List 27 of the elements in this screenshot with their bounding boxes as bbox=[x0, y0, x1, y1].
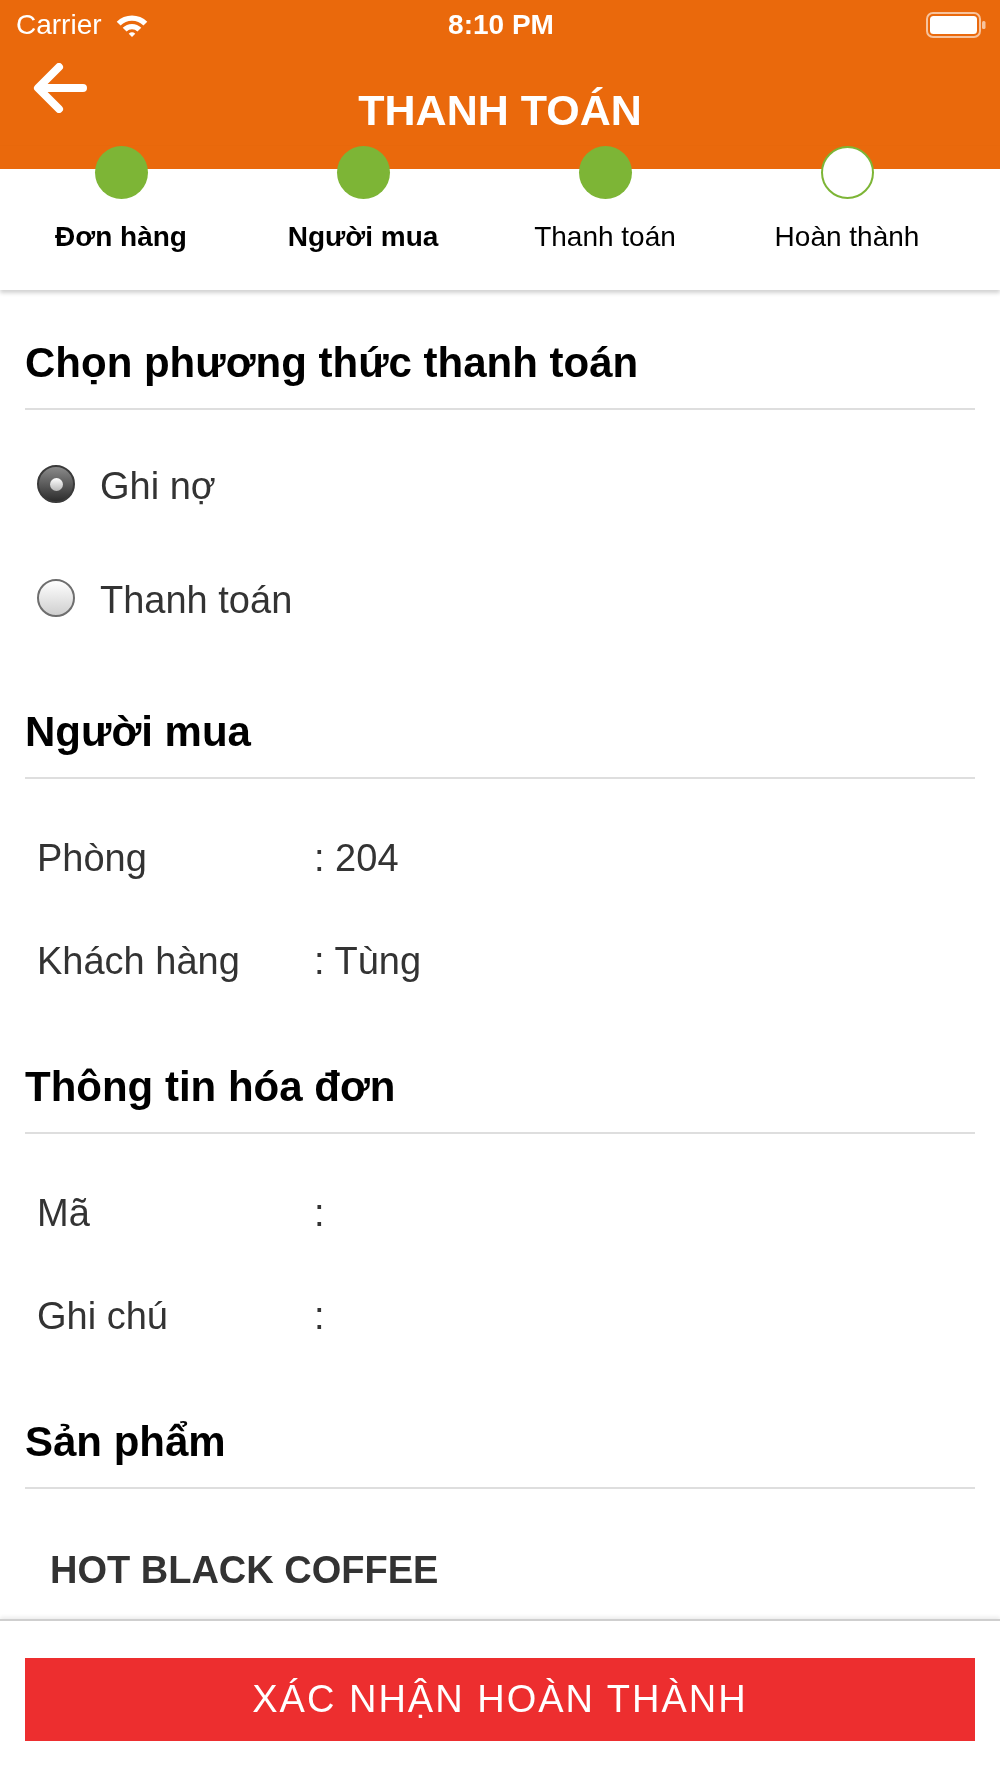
info-value: : bbox=[314, 1190, 325, 1235]
step-label: Hoàn thành bbox=[774, 221, 920, 253]
info-value: : 204 bbox=[314, 835, 399, 880]
battery-icon bbox=[926, 12, 986, 38]
info-value: : Tùng bbox=[314, 938, 422, 983]
section-heading: Thông tin hóa đơn bbox=[25, 1062, 397, 1112]
section-heading: Sản phẩm bbox=[25, 1417, 227, 1467]
section-heading: Người mua bbox=[25, 707, 252, 757]
info-label: Phòng bbox=[37, 835, 147, 880]
info-label: Khách hàng bbox=[37, 938, 240, 983]
info-label: Ghi chú bbox=[37, 1293, 168, 1338]
carrier-name: Carrier bbox=[16, 9, 102, 41]
clock-time: 8:10 PM bbox=[448, 9, 554, 41]
payment-option[interactable]: Thanh toán bbox=[37, 578, 293, 622]
section-heading: Chọn phương thức thanh toán bbox=[25, 338, 640, 388]
wifi-icon bbox=[114, 13, 149, 37]
back-button[interactable] bbox=[33, 63, 87, 113]
confirm-button[interactable]: XÁC NHẬN HOÀN THÀNH bbox=[25, 1658, 975, 1741]
product-name: HOT BLACK COFFEE bbox=[50, 1548, 439, 1592]
back-arrow-icon bbox=[33, 63, 87, 113]
info-value: : bbox=[314, 1293, 325, 1338]
page-title: THANH TOÁN bbox=[358, 85, 642, 135]
step-label: Người mua bbox=[287, 221, 439, 253]
step-label: Thanh toán bbox=[534, 221, 676, 253]
payment-option[interactable]: Ghi nợ bbox=[37, 464, 216, 508]
info-label: Mã bbox=[37, 1190, 90, 1235]
step-label: Đơn hàng bbox=[55, 221, 187, 253]
